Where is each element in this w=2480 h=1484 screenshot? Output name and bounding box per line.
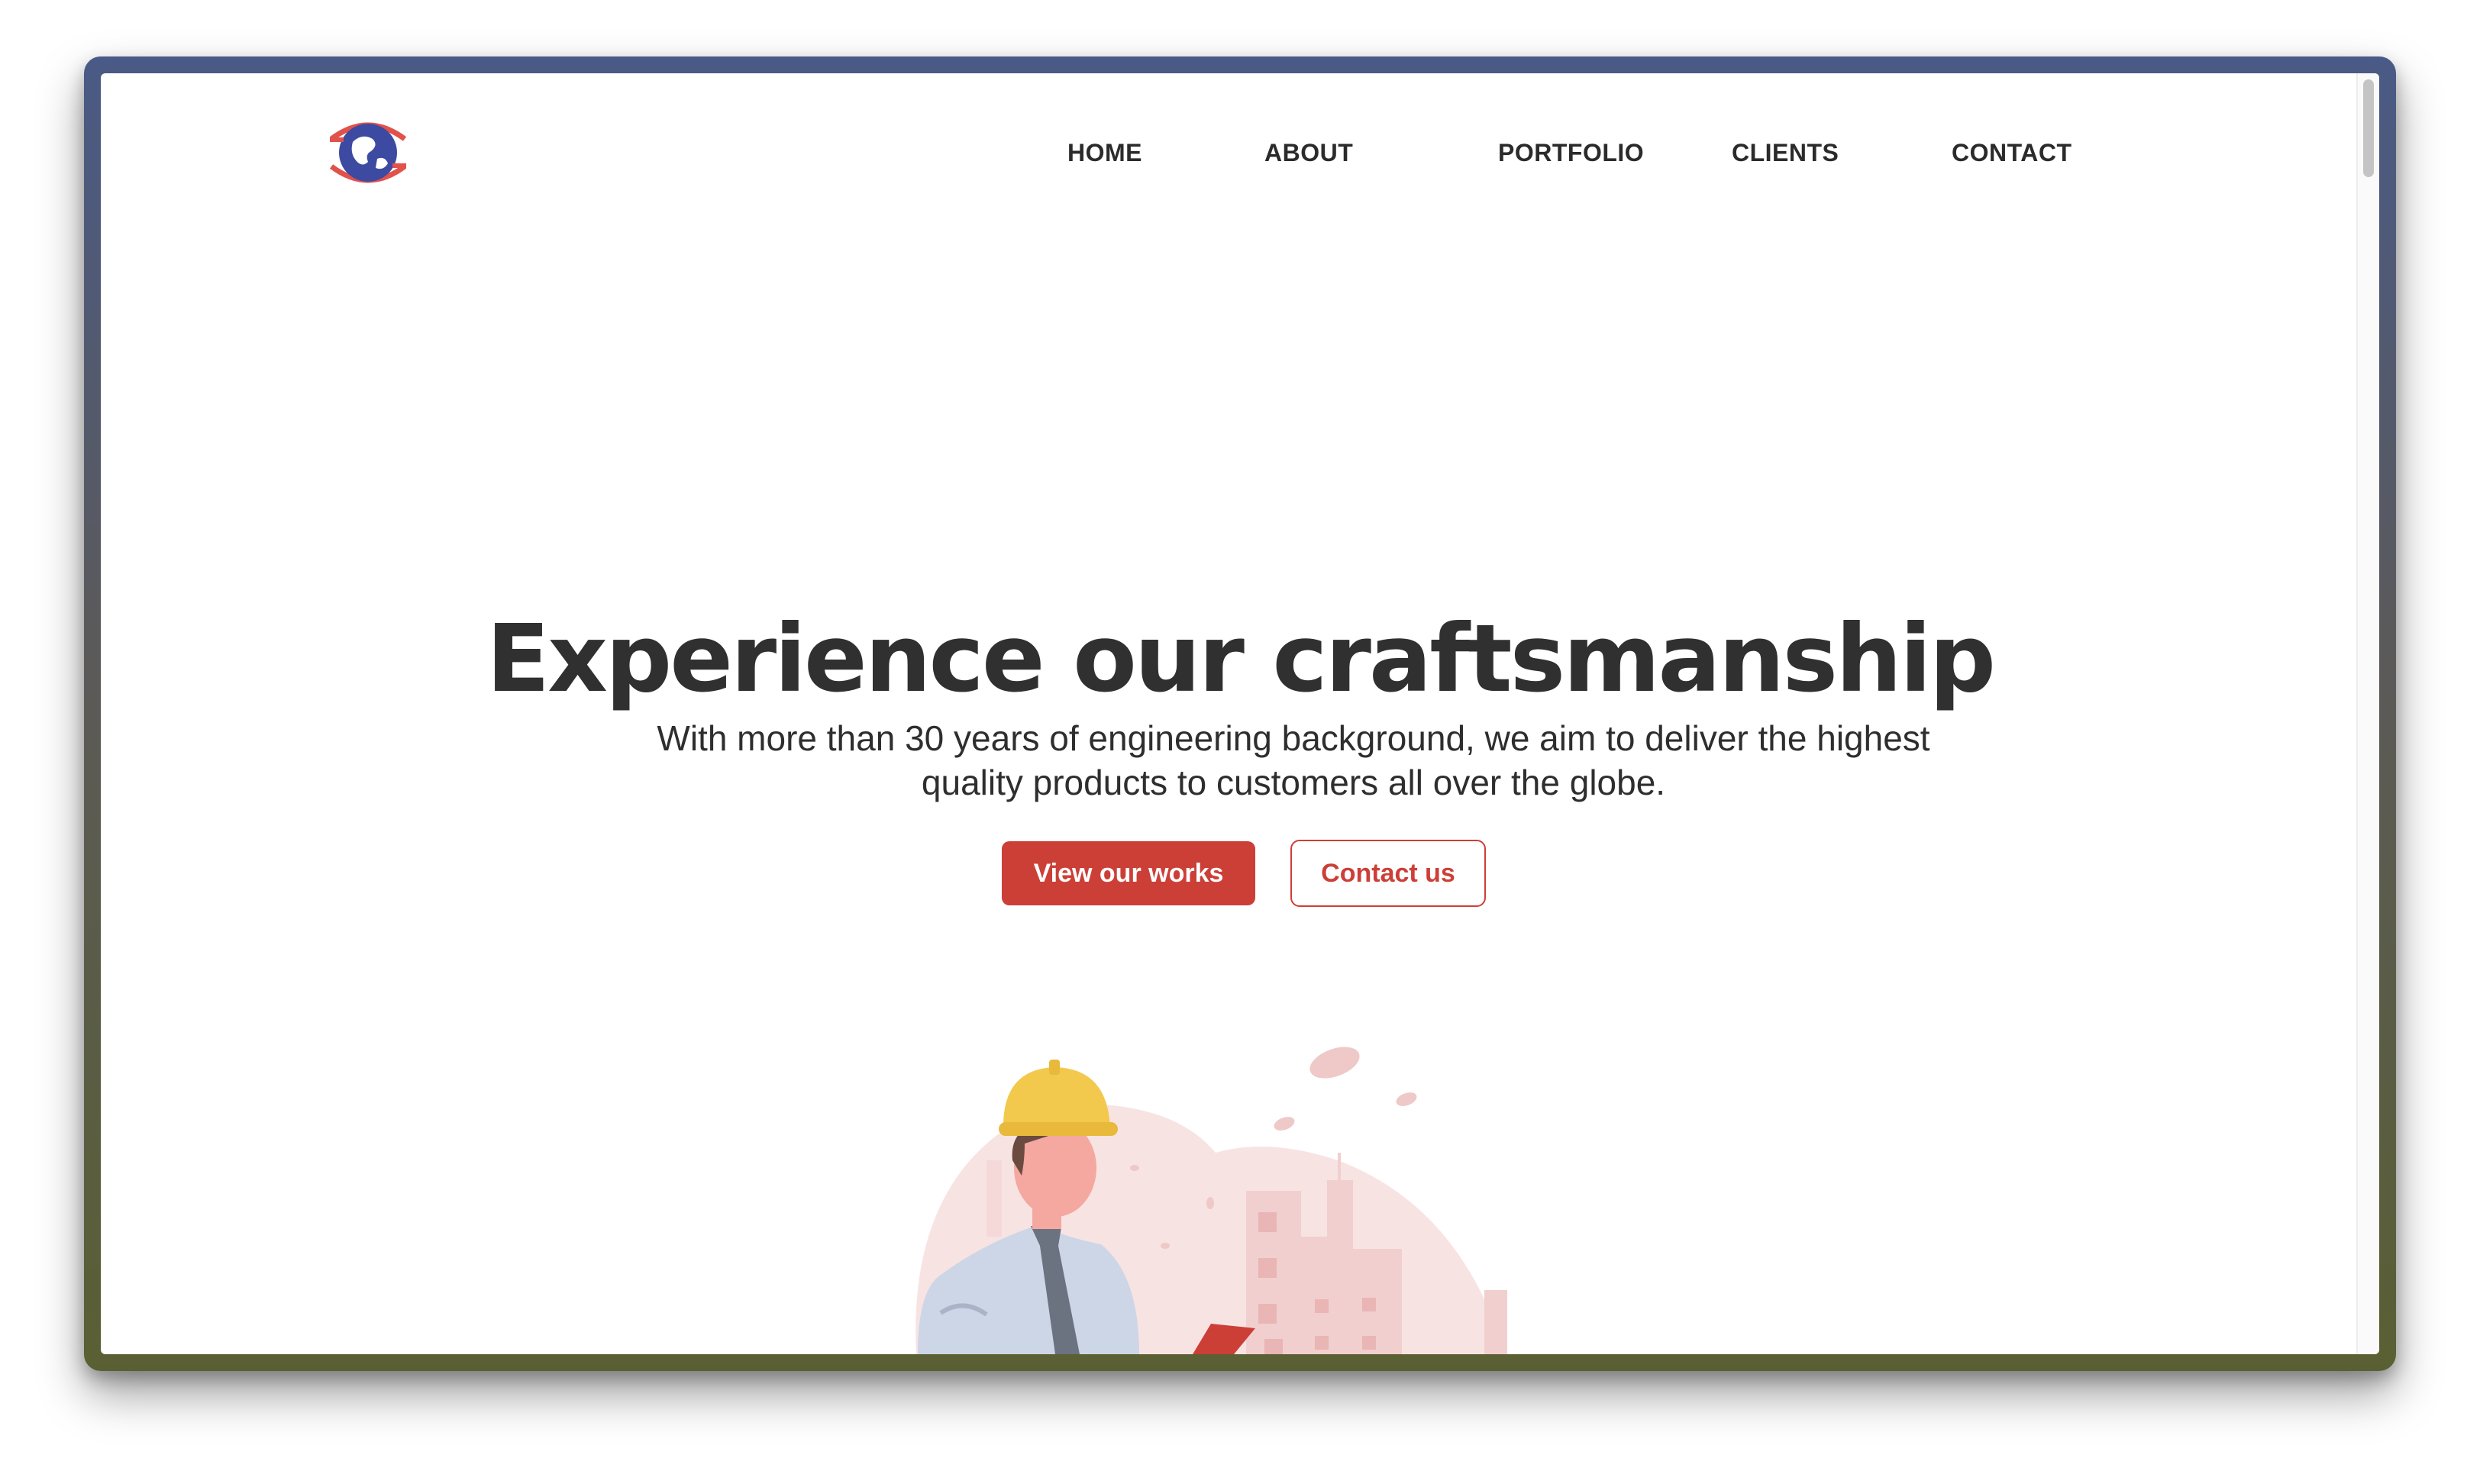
nav-home-link[interactable]: HOME: [1067, 139, 1142, 167]
browser-viewport: HOME ABOUT PORTFOLIO CLIENTS CONTACT Exp…: [101, 73, 2379, 1354]
vertical-scrollbar[interactable]: [2356, 73, 2379, 1354]
view-works-button[interactable]: View our works: [1002, 841, 1255, 905]
main-nav: HOME ABOUT PORTFOLIO CLIENTS CONTACT: [101, 139, 2379, 177]
screenshot-stage: HOME ABOUT PORTFOLIO CLIENTS CONTACT Exp…: [0, 0, 2480, 1484]
nav-contact-link[interactable]: CONTACT: [1952, 139, 2072, 167]
nav-clients-link[interactable]: CLIENTS: [1732, 139, 1839, 167]
nav-portfolio-link[interactable]: PORTFOLIO: [1498, 139, 1644, 167]
hero-subtitle: With more than 30 years of engineering b…: [657, 718, 1930, 802]
helmet-icon: [1003, 1067, 1110, 1130]
contact-us-button[interactable]: Contact us: [1290, 840, 1486, 907]
engineer-illustration: [915, 1047, 1507, 1354]
nav-about-link[interactable]: ABOUT: [1264, 139, 1353, 167]
hero-title: Experience our craftsmanship: [486, 604, 1996, 713]
scrollbar-thumb[interactable]: [2363, 79, 2374, 177]
window-frame: HOME ABOUT PORTFOLIO CLIENTS CONTACT Exp…: [84, 56, 2396, 1371]
